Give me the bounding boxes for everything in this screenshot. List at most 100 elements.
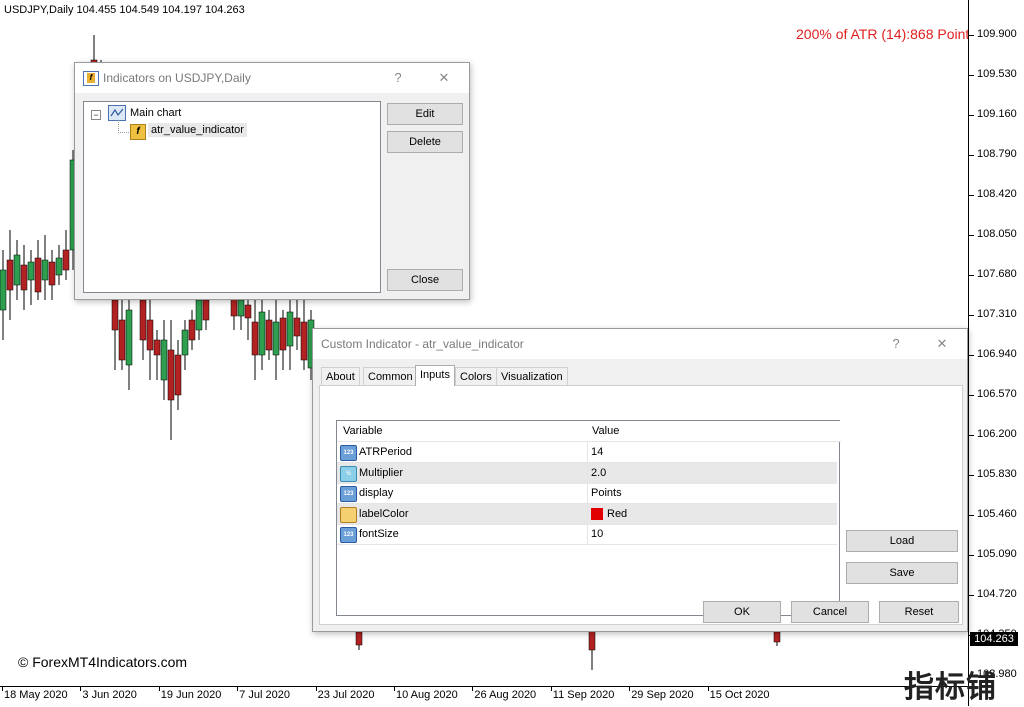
- edit-button[interactable]: Edit: [387, 103, 463, 125]
- candle-body: [167, 349, 175, 401]
- price-label: 107.310: [977, 308, 1017, 320]
- date-tick: [394, 687, 395, 691]
- table-row[interactable]: ½ Multiplier 2.0: [337, 462, 837, 484]
- table-row[interactable]: labelColor Red: [337, 503, 837, 525]
- date-label: 29 Sep 2020: [631, 689, 694, 701]
- date-label: 26 Aug 2020: [474, 689, 537, 701]
- tab-visualization[interactable]: Visualization: [496, 367, 568, 385]
- price-tick: [969, 475, 974, 476]
- custom-dialog-titlebar[interactable]: Custom Indicator - atr_value_indicator ?…: [313, 329, 967, 359]
- price-label: 108.050: [977, 228, 1017, 240]
- candle-body: [293, 317, 301, 337]
- delete-button[interactable]: Delete: [387, 131, 463, 153]
- price-tick: [969, 275, 974, 276]
- variable-name: fontSize: [359, 528, 399, 540]
- tree-item-main-chart[interactable]: Main chart: [130, 107, 181, 119]
- save-button[interactable]: Save: [846, 562, 958, 584]
- atr-value-label: 200% of ATR (14):868 Points: [796, 26, 977, 42]
- candle-body: [265, 319, 273, 351]
- price-label: 106.940: [977, 348, 1017, 360]
- tab-about[interactable]: About: [321, 367, 360, 385]
- column-divider: [587, 503, 588, 524]
- price-tick: [969, 195, 974, 196]
- variable-name: ATRPeriod: [359, 446, 412, 458]
- candle-body: [20, 264, 28, 291]
- date-tick: [80, 687, 82, 691]
- help-icon[interactable]: ?: [885, 333, 907, 355]
- column-divider: [587, 483, 588, 503]
- indicators-dialog-titlebar[interactable]: f Indicators on USDJPY,Daily ? ✕: [75, 63, 469, 93]
- close-icon[interactable]: ✕: [433, 67, 455, 89]
- inputs-tab-panel: Variable Value 123 ATRPeriod 14 ½ Multiplier…: [319, 385, 963, 625]
- date-label: 7 Jul 2020: [239, 689, 290, 701]
- column-header-variable[interactable]: Variable: [337, 421, 594, 442]
- price-label: 106.570: [977, 388, 1017, 400]
- variable-name: Multiplier: [359, 466, 404, 479]
- price-label: 109.530: [977, 68, 1017, 80]
- variable-name: display: [359, 487, 394, 499]
- column-divider: [587, 524, 588, 544]
- price-label: 104.720: [977, 588, 1017, 600]
- help-icon[interactable]: ?: [387, 67, 409, 89]
- date-tick: [237, 687, 239, 691]
- price-label: 108.420: [977, 188, 1017, 200]
- table-row[interactable]: 123 ATRPeriod 14: [337, 442, 837, 463]
- color-swatch: [591, 507, 603, 520]
- variable-value[interactable]: 2.0: [591, 463, 606, 483]
- variable-value[interactable]: 10: [591, 524, 603, 544]
- date-tick: [629, 687, 631, 691]
- price-tick: [969, 395, 974, 396]
- candle-body: [153, 339, 161, 356]
- watermark-logo: 指标铺: [904, 671, 997, 704]
- tab-common[interactable]: Common: [363, 367, 418, 385]
- variable-value[interactable]: Red: [607, 504, 627, 524]
- candle-body: [286, 311, 294, 347]
- candle-body: [48, 261, 56, 286]
- price-tick: [969, 235, 974, 236]
- price-label: 105.090: [977, 548, 1017, 560]
- date-label: 18 May 2020: [4, 689, 68, 701]
- date-tick: [2, 687, 3, 691]
- candle-body: [230, 297, 238, 317]
- candle-body: [188, 319, 196, 341]
- candle-body: [202, 299, 210, 321]
- tab-colors[interactable]: Colors: [455, 367, 497, 385]
- collapse-icon[interactable]: −: [91, 110, 101, 120]
- cancel-button[interactable]: Cancel: [791, 601, 869, 623]
- candle-body: [237, 299, 245, 317]
- candle-body: [125, 309, 133, 366]
- candle-body: [355, 631, 363, 646]
- custom-indicator-icon: f: [130, 124, 146, 140]
- table-row[interactable]: 123 display Points: [337, 483, 837, 504]
- integer-type-icon: 123: [340, 486, 357, 502]
- price-axis: 109.900 109.530 109.160 108.790 108.420 108.0…: [968, 0, 1024, 706]
- variable-value[interactable]: 14: [591, 442, 603, 462]
- table-row[interactable]: 123 fontSize 10: [337, 524, 837, 545]
- tab-inputs[interactable]: Inputs: [415, 365, 455, 386]
- variable-value[interactable]: Points: [591, 483, 622, 503]
- candle-body: [55, 257, 63, 276]
- integer-type-icon: 123: [340, 445, 357, 461]
- date-tick: [550, 687, 552, 691]
- column-header-value[interactable]: Value: [588, 421, 841, 442]
- price-tick: [969, 555, 974, 556]
- candle-body: [251, 321, 259, 356]
- candle-body: [181, 329, 189, 356]
- ok-button[interactable]: OK: [703, 601, 781, 623]
- close-icon[interactable]: ✕: [931, 333, 953, 355]
- candle-body: [6, 259, 14, 291]
- reset-button[interactable]: Reset: [879, 601, 959, 623]
- close-button[interactable]: Close: [387, 269, 463, 291]
- load-button[interactable]: Load: [846, 530, 958, 552]
- date-tick: [472, 687, 474, 691]
- tree-item-atr-indicator[interactable]: atr_value_indicator: [148, 123, 247, 137]
- price-tick: [969, 355, 974, 356]
- date-label: 19 Jun 2020: [160, 689, 222, 701]
- current-price-badge: 104.263: [970, 632, 1018, 646]
- price-tick: [969, 515, 974, 516]
- date-label: 23 Jul 2020: [317, 689, 375, 701]
- indicators-dialog: f Indicators on USDJPY,Daily ? ✕ − Main …: [74, 62, 470, 300]
- main-chart-icon: [108, 105, 126, 121]
- date-label: 3 Jun 2020: [82, 689, 137, 701]
- column-divider: [587, 442, 588, 462]
